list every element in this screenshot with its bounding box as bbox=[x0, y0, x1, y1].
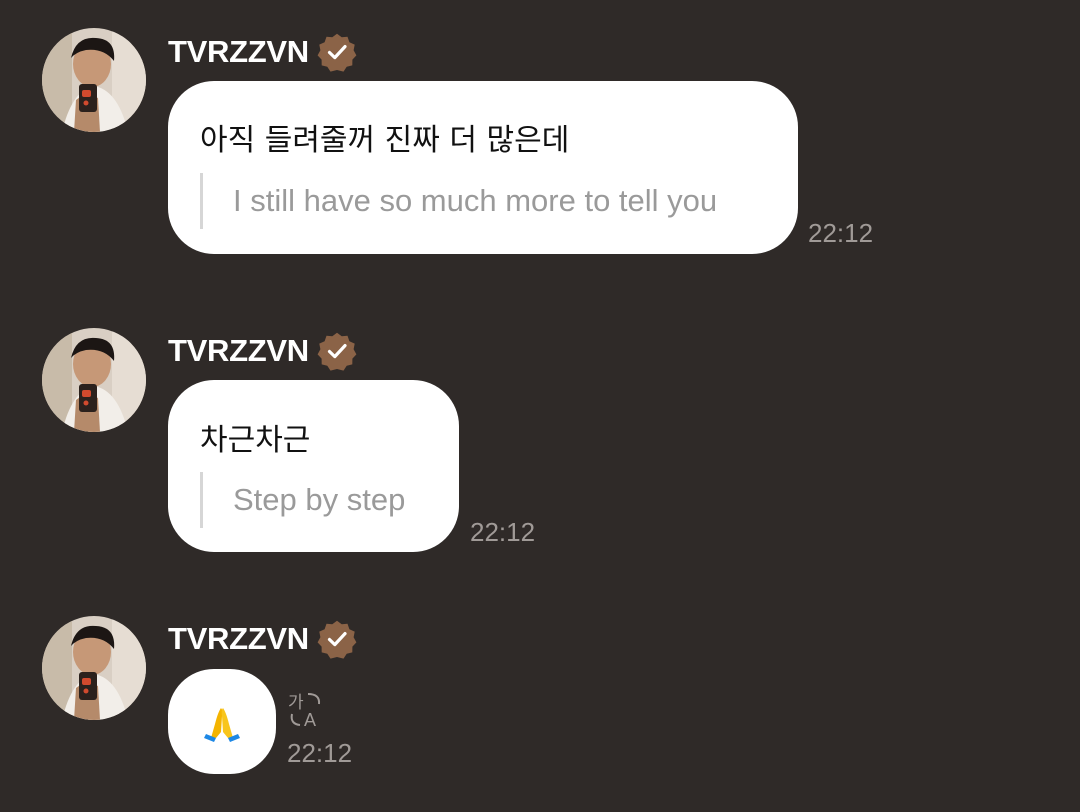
sender-header: TVRZZVN bbox=[168, 30, 357, 74]
svg-text:가: 가 bbox=[288, 693, 304, 713]
message-text: 아직 들려줄꺼 진짜 더 많은데 bbox=[200, 123, 570, 158]
sender-header: TVRZZVN bbox=[168, 329, 357, 373]
verified-badge-icon bbox=[316, 331, 357, 371]
translation-text: I still have so much more to tell you bbox=[200, 173, 717, 229]
message-timestamp: 22:12 bbox=[470, 517, 536, 547]
verified-badge-icon bbox=[316, 619, 357, 659]
avatar[interactable] bbox=[42, 28, 146, 132]
message-bubble[interactable]: 차근차근 Step by step bbox=[168, 380, 459, 552]
message-timestamp: 22:12 bbox=[287, 738, 353, 768]
translate-icon[interactable]: 가 A bbox=[286, 690, 326, 730]
sender-name[interactable]: TVRZZVN bbox=[168, 333, 309, 369]
avatar[interactable] bbox=[42, 328, 146, 432]
message-text: 차근차근 bbox=[200, 423, 311, 458]
verified-badge-icon bbox=[316, 32, 357, 72]
sender-header: TVRZZVN bbox=[168, 617, 357, 661]
avatar[interactable] bbox=[42, 616, 146, 720]
message-timestamp: 22:12 bbox=[808, 218, 874, 248]
message-bubble[interactable]: 아직 들려줄꺼 진짜 더 많은데 I still have so much mo… bbox=[168, 81, 798, 254]
translation-text: Step by step bbox=[200, 472, 405, 528]
emoji-message-bubble[interactable] bbox=[168, 669, 276, 774]
svg-text:A: A bbox=[304, 710, 316, 730]
sender-name[interactable]: TVRZZVN bbox=[168, 34, 309, 70]
sender-name[interactable]: TVRZZVN bbox=[168, 621, 309, 657]
folded-hands-emoji bbox=[204, 708, 240, 742]
